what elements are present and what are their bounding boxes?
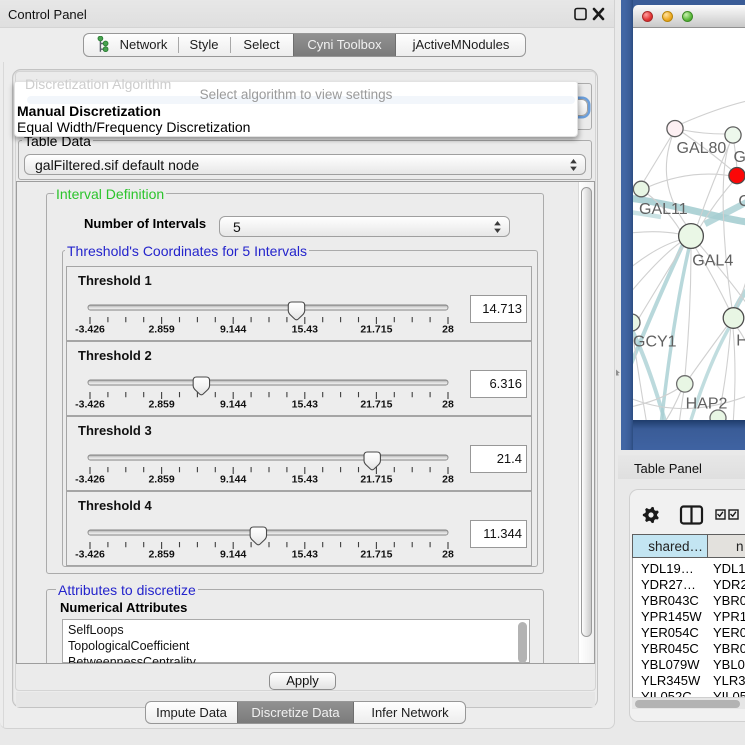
svg-text:2.859: 2.859 <box>148 549 174 561</box>
svg-text:21.715: 21.715 <box>360 399 392 411</box>
svg-text:15.43: 15.43 <box>292 549 318 561</box>
svg-text:21.715: 21.715 <box>360 324 392 336</box>
svg-text:-3.426: -3.426 <box>75 324 105 336</box>
svg-text:-3.426: -3.426 <box>75 549 105 561</box>
svg-text:15.43: 15.43 <box>292 474 318 486</box>
svg-text:-3.426: -3.426 <box>75 474 105 486</box>
svg-text:15.43: 15.43 <box>292 324 318 336</box>
svg-text:HA: HA <box>736 333 745 350</box>
svg-text:15.43: 15.43 <box>292 399 318 411</box>
svg-text:GAL80: GAL80 <box>677 140 727 157</box>
svg-text:28: 28 <box>442 549 454 561</box>
svg-text:9.144: 9.144 <box>220 399 246 411</box>
svg-text:9.144: 9.144 <box>220 474 246 486</box>
svg-text:9.144: 9.144 <box>220 324 246 336</box>
svg-text:28: 28 <box>442 324 454 336</box>
svg-text:-3.426: -3.426 <box>75 399 105 411</box>
svg-text:21.715: 21.715 <box>360 474 392 486</box>
svg-text:9.144: 9.144 <box>220 549 246 561</box>
svg-text:GCY1: GCY1 <box>633 334 677 351</box>
svg-text:2.859: 2.859 <box>148 399 174 411</box>
svg-text:CY: CY <box>738 193 745 210</box>
svg-text:2.859: 2.859 <box>148 474 174 486</box>
svg-text:28: 28 <box>442 399 454 411</box>
svg-text:21.715: 21.715 <box>360 549 392 561</box>
svg-text:HAP2: HAP2 <box>686 396 728 413</box>
svg-text:28: 28 <box>442 474 454 486</box>
svg-text:GAL3: GAL3 <box>734 149 745 166</box>
svg-text:2.859: 2.859 <box>148 324 174 336</box>
svg-text:GAL11: GAL11 <box>639 201 688 218</box>
svg-text:GAL4: GAL4 <box>692 253 733 270</box>
